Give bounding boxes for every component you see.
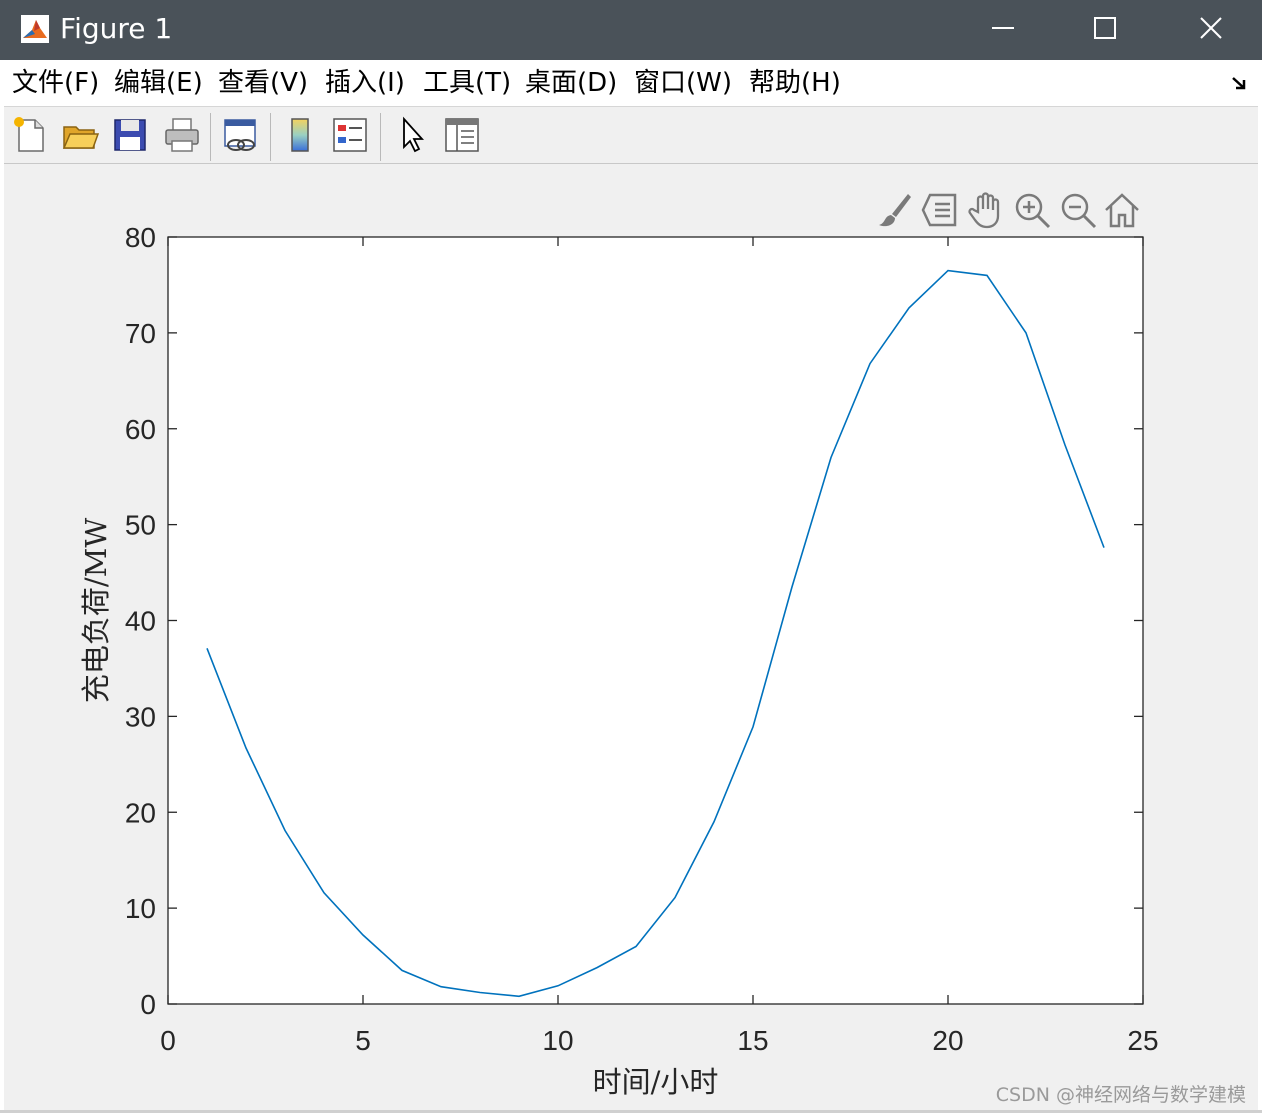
axes-toolbar <box>874 190 1144 230</box>
chart-canvas: 0 5 10 15 20 25 0 10 20 30 40 50 60 70 80 时间/小时 充电负荷/… <box>79 222 1159 1099</box>
data-tips-icon[interactable] <box>920 190 960 230</box>
x-tick-label: 10 <box>542 1025 573 1056</box>
y-tick-label: 0 <box>140 989 156 1020</box>
x-axis-label: 时间/小时 <box>593 1065 719 1099</box>
x-tick-label: 25 <box>1127 1025 1158 1056</box>
y-tick-label: 30 <box>125 701 156 732</box>
y-tick-label: 20 <box>125 797 156 828</box>
y-tick-labels: 0 10 20 30 40 50 60 70 80 <box>125 222 156 1020</box>
x-tick-labels: 0 5 10 15 20 25 <box>160 1025 1158 1056</box>
brush-icon[interactable] <box>874 190 914 230</box>
zoom-out-icon[interactable] <box>1058 190 1098 230</box>
plot-area <box>168 237 1143 1004</box>
y-tick-label: 50 <box>125 510 156 541</box>
pan-icon[interactable] <box>966 190 1006 230</box>
x-tick-label: 5 <box>355 1025 371 1056</box>
home-icon[interactable] <box>1102 190 1142 230</box>
x-tick-label: 0 <box>160 1025 176 1056</box>
y-tick-label: 60 <box>125 414 156 445</box>
x-tick-label: 15 <box>737 1025 768 1056</box>
y-tick-label: 70 <box>125 318 156 349</box>
y-axis-label: 充电负荷/MW <box>79 518 113 703</box>
y-tick-label: 40 <box>125 606 156 637</box>
zoom-in-icon[interactable] <box>1012 190 1052 230</box>
y-tick-label: 80 <box>125 222 156 253</box>
x-tick-label: 20 <box>932 1025 963 1056</box>
y-tick-label: 10 <box>125 893 156 924</box>
watermark: CSDN @神经网络与数学建模 <box>995 1084 1246 1106</box>
